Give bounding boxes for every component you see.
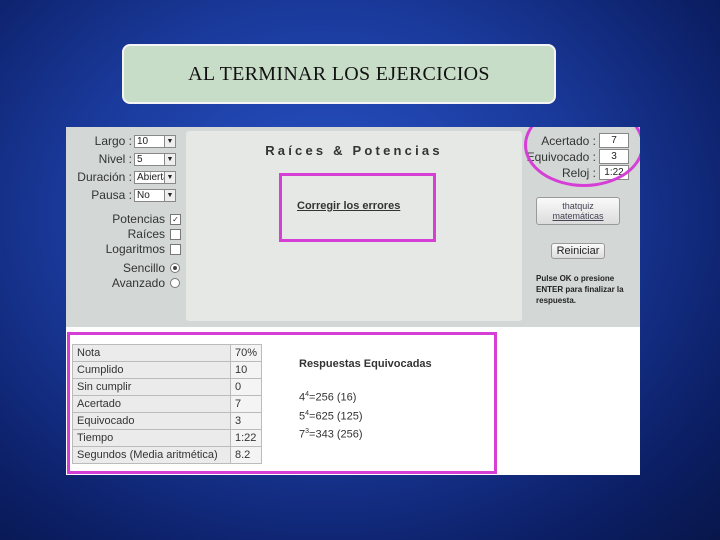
highlight-box-correct	[279, 173, 436, 242]
app-screenshot: Largo : 10 ▼ Nivel : 5 ▼ Duración : Abiert…	[66, 127, 640, 475]
largo-select[interactable]: 10 ▼	[134, 135, 176, 148]
nivel-select[interactable]: 5 ▼	[134, 153, 176, 166]
avanzado-label: Avanzado	[111, 276, 165, 290]
highlight-box-results	[67, 332, 497, 474]
potencias-checkbox[interactable]: ✓	[170, 214, 181, 225]
duracion-label: Duración :	[77, 170, 132, 184]
largo-label: Largo :	[94, 134, 132, 148]
brand-line1: thatquiz	[562, 201, 594, 211]
quiz-app: Largo : 10 ▼ Nivel : 5 ▼ Duración : Abiert…	[66, 127, 640, 327]
chevron-down-icon: ▼	[164, 172, 175, 183]
chevron-down-icon: ▼	[164, 190, 175, 201]
brand-line2: matemáticas	[552, 211, 604, 221]
reiniciar-button[interactable]: Reiniciar	[551, 243, 605, 259]
panel-title: Raíces & Potencias	[265, 143, 443, 158]
avanzado-radio[interactable]	[170, 278, 180, 288]
chevron-down-icon: ▼	[164, 154, 175, 165]
logaritmos-checkbox[interactable]	[170, 244, 181, 255]
sencillo-label: Sencillo	[122, 261, 165, 275]
thatquiz-logo-button[interactable]: thatquiz matemáticas	[536, 197, 620, 225]
duracion-select[interactable]: Abierta ▼	[134, 171, 176, 184]
pausa-select[interactable]: No ▼	[134, 189, 176, 202]
sencillo-radio[interactable]	[170, 263, 180, 273]
instruction-text: Pulse OK o presione ENTER para finalizar…	[536, 274, 624, 305]
pausa-label: Pausa :	[91, 188, 132, 202]
raices-label: Raíces	[127, 227, 165, 241]
nivel-label: Nivel :	[98, 152, 132, 166]
slide-title: AL TERMINAR LOS EJERCICIOS	[188, 62, 490, 85]
slide-title-box: AL TERMINAR LOS EJERCICIOS	[122, 44, 556, 104]
potencias-label: Potencias	[112, 212, 165, 226]
logaritmos-label: Logaritmos	[105, 242, 165, 256]
raices-checkbox[interactable]	[170, 229, 181, 240]
chevron-down-icon: ▼	[164, 136, 175, 147]
